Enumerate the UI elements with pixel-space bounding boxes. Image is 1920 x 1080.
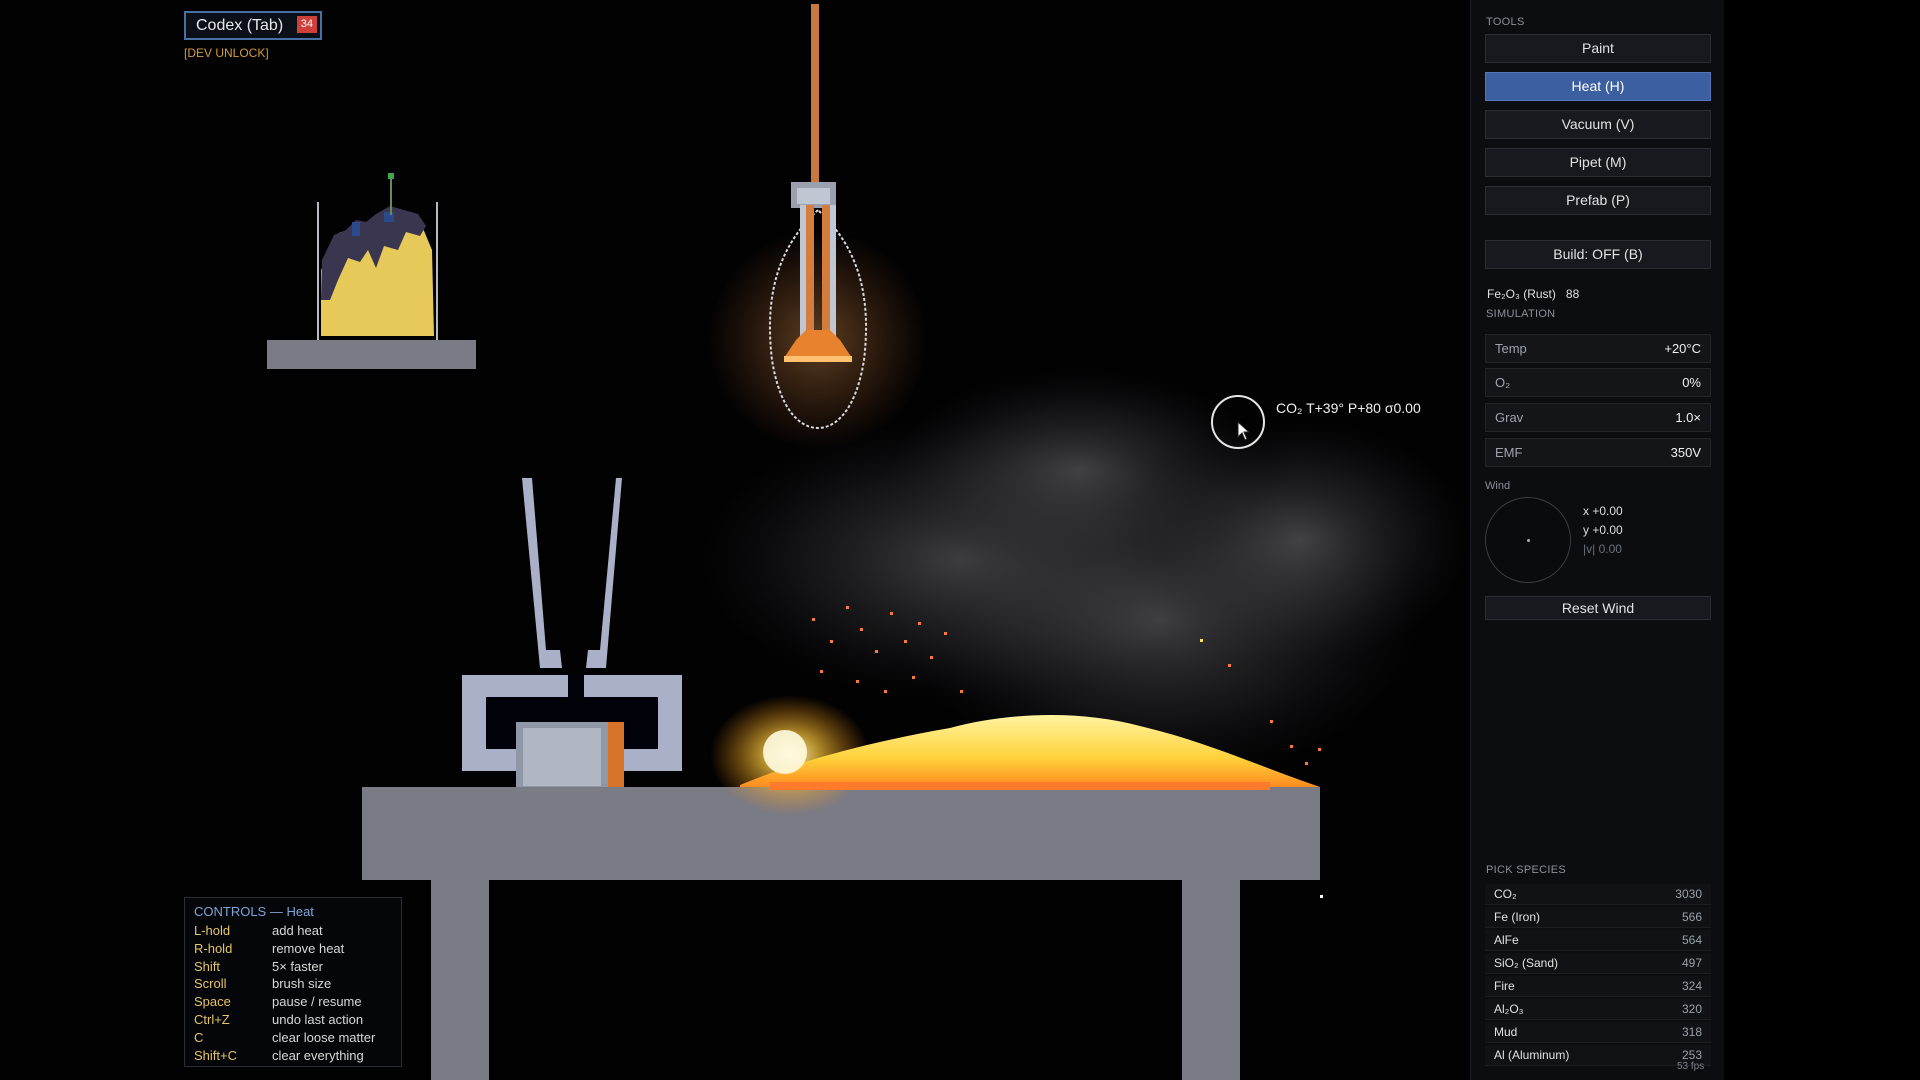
control-key: Shift+C <box>194 1047 237 1063</box>
prefab-tool-button[interactable]: Prefab (P) <box>1485 186 1711 215</box>
species-name: Mud <box>1494 1025 1518 1039</box>
control-row: Cclear loose matter <box>194 1029 392 1047</box>
control-key: Shift <box>194 958 221 974</box>
sim-value: 0% <box>1682 375 1701 390</box>
wind-x: x +0.00 <box>1583 504 1623 518</box>
species-count: 320 <box>1681 1002 1702 1016</box>
sim-value: 1.0× <box>1675 410 1701 425</box>
selected-species: Fe₂O₃ (Rust) 88 <box>1487 287 1579 301</box>
control-action: clear everything <box>272 1047 364 1063</box>
control-key: R-hold <box>194 940 233 956</box>
control-action: undo last action <box>272 1011 364 1027</box>
species-count: 566 <box>1681 910 1702 924</box>
probe-values: T+39° P+80 σ0.00 <box>1306 400 1421 416</box>
sim-value: +20°C <box>1664 341 1701 356</box>
control-key: C <box>194 1029 204 1045</box>
control-key: L-hold <box>194 923 231 938</box>
control-key: Scroll <box>194 976 227 992</box>
crucible-contraption <box>462 478 682 788</box>
temp-setting[interactable]: Temp +20°C <box>1485 334 1711 363</box>
species-name: CO₂ <box>1494 887 1517 901</box>
probe-species: CO₂ <box>1276 400 1303 416</box>
sim-label: Temp <box>1495 341 1527 356</box>
tools-section-label: TOOLS <box>1486 16 1525 28</box>
dev-unlock-tag: [DEV UNLOCK] <box>184 46 269 60</box>
simulation-section-label: SIMULATION <box>1486 308 1556 320</box>
wind-handle[interactable] <box>1527 539 1530 542</box>
control-action: brush size <box>272 976 332 992</box>
sim-label: Grav <box>1495 410 1524 425</box>
control-row: Shift+C clear everything <box>194 1047 392 1065</box>
light-bulb <box>708 4 928 450</box>
control-row: Scroll brush size <box>194 975 392 993</box>
fps-counter: 53 fps <box>1677 1061 1705 1072</box>
sim-value: 350V <box>1670 445 1701 460</box>
species-row[interactable]: Fe (Iron) 566 <box>1485 907 1711 928</box>
control-key: Space <box>194 994 231 1010</box>
species-row[interactable]: Mud 318 <box>1485 1022 1711 1043</box>
vacuum-tool-button[interactable]: Vacuum (V) <box>1485 110 1711 139</box>
gravity-setting[interactable]: Grav 1.0× <box>1485 403 1711 432</box>
species-name: SiO₂ (Sand) <box>1494 956 1559 970</box>
oxygen-setting[interactable]: O₂ 0% <box>1485 368 1711 397</box>
selected-species-count: 88 <box>1565 287 1580 301</box>
control-action: remove heat <box>272 940 345 956</box>
species-row[interactable]: Fire 324 <box>1485 976 1711 997</box>
species-count: 318 <box>1681 1025 1702 1039</box>
pick-species-label: PICK SPECIES <box>1486 864 1567 876</box>
species-row[interactable]: SiO₂ (Sand) 497 <box>1485 953 1711 974</box>
wind-label: Wind <box>1485 480 1511 492</box>
cell-probe-readout: CO₂ T+39° P+80 σ0.00 <box>1276 400 1421 416</box>
stone-table <box>362 787 1320 1080</box>
tools-sidebar: TOOLS Paint Heat (H) Vacuum (V) Pipet (M… <box>1470 0 1725 1080</box>
codex-count-badge: 34 <box>296 16 317 33</box>
species-count: 497 <box>1681 956 1702 970</box>
paint-tool-button[interactable]: Paint <box>1485 34 1711 63</box>
species-count: 3030 <box>1675 887 1702 901</box>
selected-species-name: Fe₂O₃ (Rust) <box>1487 287 1556 301</box>
species-row[interactable]: AlFe 564 <box>1485 930 1711 951</box>
control-row: L-hold add heat <box>194 922 392 940</box>
sim-label: O₂ <box>1495 375 1511 390</box>
control-action: 5× faster <box>272 958 323 974</box>
heat-tool-button[interactable]: Heat (H) <box>1485 72 1711 101</box>
species-count: 564 <box>1681 933 1702 947</box>
controls-help-panel: CONTROLS — Heat L-hold add heat R-hold rem… <box>184 897 402 1067</box>
wind-y: y +0.00 <box>1583 523 1623 537</box>
control-key: Ctrl+Z <box>194 1011 230 1027</box>
pipet-tool-button[interactable]: Pipet (M) <box>1485 148 1711 177</box>
wind-magnitude: |v| 0.00 <box>1583 542 1622 556</box>
control-action: clear loose matter <box>272 1029 376 1045</box>
species-name: AlFe <box>1494 933 1519 947</box>
species-row[interactable]: CO₂ 3030 <box>1485 884 1711 905</box>
species-count: 324 <box>1681 979 1702 993</box>
wind-joystick[interactable] <box>1485 497 1571 583</box>
species-name: Fe (Iron) <box>1494 910 1541 924</box>
species-name: Al₂O₃ <box>1494 1002 1524 1016</box>
control-row: Ctrl+Z undo last action <box>194 1011 392 1029</box>
control-row: Shift 5× faster <box>194 958 392 976</box>
sim-label: EMF <box>1495 445 1523 460</box>
control-action: add heat <box>272 923 323 938</box>
control-action: pause / resume <box>272 994 362 1010</box>
build-toggle-button[interactable]: Build: OFF (B) <box>1485 240 1711 269</box>
codex-button[interactable]: Codex (Tab) 34 <box>184 11 322 40</box>
control-row: R-hold remove heat <box>194 940 392 958</box>
window-margin <box>1724 0 1920 1080</box>
species-row[interactable]: Al₂O₃ 320 <box>1485 999 1711 1020</box>
simulation-canvas[interactable]: Codex (Tab) 34 [DEV UNLOCK] CO₂ T+39° P+… <box>0 0 1470 1080</box>
mouse-pointer-icon <box>1237 421 1251 441</box>
wind-readout: x +0.00 y +0.00 |v| 0.00 <box>1583 502 1623 559</box>
species-name: Al (Aluminum) <box>1494 1048 1570 1062</box>
species-name: Fire <box>1494 979 1515 993</box>
controls-title: CONTROLS — Heat <box>194 904 314 919</box>
reset-wind-button[interactable]: Reset Wind <box>1485 596 1711 620</box>
codex-label: Codex (Tab) <box>196 17 284 34</box>
control-row: Space pause / resume <box>194 993 392 1011</box>
planter-prefab <box>267 173 476 369</box>
emf-setting[interactable]: EMF 350V <box>1485 438 1711 467</box>
